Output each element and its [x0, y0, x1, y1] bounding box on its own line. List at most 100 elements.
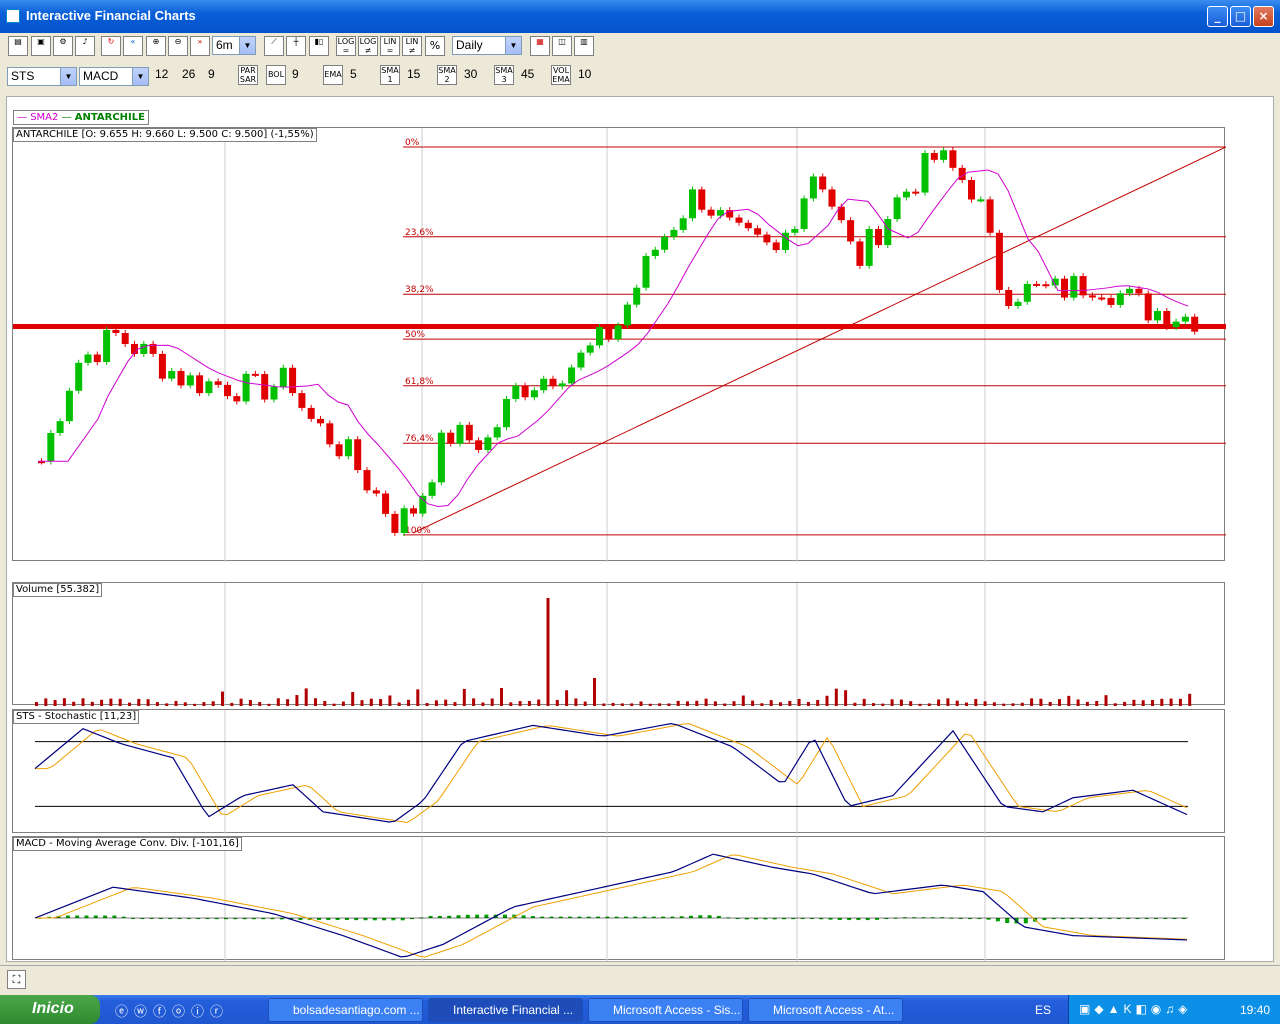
quick-launch[interactable]: ⓔⓦⓕⓞⓘⓡ — [115, 1001, 229, 1020]
language-indicator[interactable]: ES — [1035, 1003, 1051, 1017]
macd-panel[interactable] — [12, 836, 1226, 961]
ema-value[interactable]: 5 — [350, 67, 357, 81]
volume-bar — [462, 688, 466, 706]
macd-histogram-bar — [84, 915, 89, 918]
volume-bar — [834, 688, 838, 706]
price-panel[interactable]: 0%23,6%38,2%50%61,8%76,4%100% — [12, 127, 1226, 562]
candle — [112, 329, 120, 334]
bol-value[interactable]: 9 — [292, 67, 299, 81]
volume-bar — [825, 695, 829, 706]
table-icon[interactable]: ▥ — [574, 36, 594, 56]
lin-equal-button[interactable]: LIN = — [380, 36, 400, 56]
bar-chart-icon[interactable]: ┼ — [286, 36, 306, 56]
volume-bar — [267, 703, 271, 706]
candle — [940, 150, 948, 160]
candle — [140, 343, 148, 355]
close-button[interactable]: × — [1253, 6, 1274, 27]
macd-chart[interactable] — [13, 837, 1226, 961]
zoom-in-icon[interactable]: ⊕ — [146, 36, 166, 56]
volume-bar — [1058, 699, 1061, 706]
indicator2-select[interactable]: MACD ▼ — [79, 67, 149, 86]
chart-legend: — SMA2 — ANTARCHILE — [13, 110, 149, 125]
candle — [1191, 316, 1199, 332]
volume-bar — [165, 703, 169, 706]
forward-icon[interactable]: » — [190, 36, 210, 56]
candle — [791, 229, 799, 233]
price-chart[interactable]: 0%23,6%38,2%50%61,8%76,4%100% — [13, 128, 1226, 562]
task-browser[interactable]: bolsadesantiago.com ... — [268, 998, 423, 1022]
candle — [493, 427, 501, 438]
volume-bar — [341, 701, 345, 706]
volume-chart[interactable] — [13, 583, 1226, 706]
log-equal-button[interactable]: LOG = — [336, 36, 356, 56]
trend-line — [412, 146, 1226, 534]
candle — [1061, 278, 1068, 298]
save-icon[interactable]: ▣ — [31, 36, 51, 56]
lin-notequal-button[interactable]: LIN ≠ — [402, 36, 422, 56]
indicator1-select[interactable]: STS ▼ — [7, 67, 77, 86]
log-notequal-button[interactable]: LOG ≠ — [358, 36, 378, 56]
fullscreen-icon[interactable]: ⛶ — [7, 970, 26, 989]
macd-slow[interactable]: 26 — [182, 67, 195, 81]
volume-panel[interactable] — [12, 582, 1226, 706]
task-access-1[interactable]: Microsoft Access - Sis... — [588, 998, 743, 1022]
macd-signal[interactable]: 9 — [208, 67, 215, 81]
candle — [419, 495, 427, 514]
start-button[interactable]: Inicio — [0, 995, 100, 1024]
color-scheme-icon[interactable]: ▦ — [530, 36, 550, 56]
print-icon[interactable]: ▤ — [8, 36, 28, 56]
sound-icon[interactable]: ♪ — [75, 36, 95, 56]
line-chart-icon[interactable]: ⟋ — [264, 36, 284, 56]
candlestick-icon[interactable]: ▮▯ — [309, 36, 329, 56]
volume-bar — [1039, 698, 1043, 706]
macd-signal-line — [35, 854, 1188, 958]
macd-histogram-bar — [447, 915, 452, 918]
sma3-value[interactable]: 45 — [521, 67, 534, 81]
minimize-button[interactable]: _ — [1207, 6, 1228, 27]
stochastic-panel[interactable] — [12, 709, 1226, 834]
sma1-button[interactable]: SMA 1 — [380, 65, 400, 85]
sma2-value[interactable]: 30 — [464, 67, 477, 81]
macd-histogram-bar — [354, 918, 359, 921]
candle — [549, 378, 557, 387]
volume-bar — [397, 702, 401, 706]
task-financial-charts[interactable]: Interactive Financial ... — [428, 998, 583, 1022]
candle — [949, 150, 957, 168]
stochastic-label: STS - Stochastic [11,23] — [13, 710, 140, 724]
volema-button[interactable]: VOL EMA — [551, 65, 571, 85]
ema-button[interactable]: EMA — [323, 65, 343, 85]
tray-icons[interactable]: ▣◆▲K◧◉♫◈ — [1079, 1002, 1191, 1016]
macd-histogram-bar — [335, 918, 340, 920]
candle — [995, 232, 1003, 290]
chart-window-icon[interactable]: ◫ — [552, 36, 572, 56]
sma1-value[interactable]: 15 — [407, 67, 420, 81]
stochastic-chart[interactable] — [13, 710, 1226, 834]
macd-histogram-bar — [503, 914, 507, 918]
volume-bar — [593, 678, 596, 706]
parsar-button[interactable]: PAR SAR — [238, 65, 258, 85]
period-select[interactable]: 6m ▼ — [212, 36, 256, 55]
volema-value[interactable]: 10 — [578, 67, 591, 81]
zoom-out-icon[interactable]: ⊖ — [168, 36, 188, 56]
bol-button[interactable]: BOL — [266, 65, 286, 85]
sma2-button[interactable]: SMA 2 — [437, 65, 457, 85]
settings-icon[interactable]: ⚙ — [53, 36, 73, 56]
percent-button[interactable]: % — [425, 36, 445, 56]
legend-symbol: ANTARCHILE — [74, 112, 145, 123]
candle — [447, 432, 455, 444]
sma3-button[interactable]: SMA 3 — [494, 65, 514, 85]
macd-line — [34, 853, 1188, 958]
interval-select[interactable]: Daily ▼ — [452, 36, 522, 55]
refresh-icon[interactable]: ↻ — [101, 36, 121, 56]
candle — [689, 189, 696, 219]
volume-bar — [937, 699, 941, 706]
macd-fast[interactable]: 12 — [155, 67, 168, 81]
maximize-button[interactable]: □ — [1230, 6, 1251, 27]
volume-bar — [686, 701, 689, 706]
rewind-icon[interactable]: « — [123, 36, 143, 56]
candle — [1135, 288, 1143, 294]
title-bar: Interactive Financial Charts _ □ × — [0, 0, 1280, 33]
macd-histogram-bar — [298, 918, 303, 920]
volume-bar — [955, 700, 959, 706]
task-access-2[interactable]: Microsoft Access - At... — [748, 998, 903, 1022]
